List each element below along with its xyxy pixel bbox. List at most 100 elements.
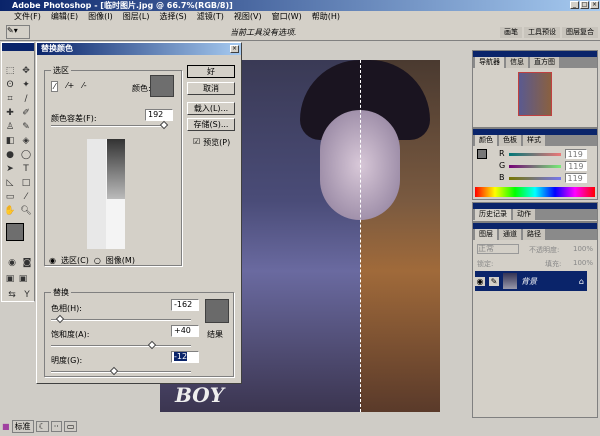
eyedropper-tool-icon[interactable]: ⁄ bbox=[20, 191, 32, 203]
sample-color-swatch[interactable] bbox=[150, 75, 174, 97]
bucket-tool-icon[interactable]: ◈ bbox=[20, 135, 32, 147]
moon-icon[interactable]: ☾ bbox=[35, 421, 49, 432]
type-tool-icon[interactable]: T bbox=[20, 163, 32, 175]
fill-field[interactable]: 100% bbox=[573, 259, 593, 267]
ok-button[interactable]: 好 bbox=[187, 65, 235, 78]
eyedropper-minus-icon[interactable]: ⁄- bbox=[82, 81, 86, 92]
tab-layers[interactable]: 图层 bbox=[475, 229, 497, 240]
tab-navigator[interactable]: 导航器 bbox=[475, 57, 504, 68]
save-button[interactable]: 存储(S)... bbox=[187, 118, 235, 131]
lightness-value: -12 bbox=[174, 352, 188, 361]
slice-tool-icon[interactable]: ∕ bbox=[20, 93, 32, 105]
foreground-color-swatch[interactable] bbox=[6, 223, 24, 241]
notes-tool-icon[interactable]: ▭ bbox=[4, 191, 16, 203]
channel-b-field[interactable]: 119 bbox=[564, 173, 587, 183]
preview-checkbox[interactable]: ☑ bbox=[193, 137, 200, 148]
crop-tool-icon[interactable]: ⌗ bbox=[4, 93, 16, 105]
lock-icon: ⌂ bbox=[578, 276, 584, 286]
magic-wand-icon[interactable]: ✦ bbox=[20, 79, 32, 91]
tab-actions[interactable]: 动作 bbox=[513, 209, 535, 220]
window-icon[interactable]: ▭ bbox=[63, 421, 78, 432]
tab-info[interactable]: 信息 bbox=[506, 57, 528, 68]
menu-view[interactable]: 视图(V) bbox=[234, 11, 262, 23]
menu-window[interactable]: 窗口(W) bbox=[272, 11, 302, 23]
tolerance-slider[interactable] bbox=[51, 120, 169, 130]
eye-icon[interactable]: ◉ bbox=[475, 276, 485, 286]
title-bar: Adobe Photoshop - [临时图片.jpg @ 66.7%(RGB/… bbox=[0, 0, 600, 11]
standard-mode-icon[interactable]: ◉ bbox=[6, 257, 18, 269]
tab-styles[interactable]: 样式 bbox=[523, 135, 545, 146]
tab-color[interactable]: 颜色 bbox=[475, 135, 497, 146]
result-color-swatch[interactable] bbox=[205, 299, 229, 323]
radio-image[interactable]: ○ bbox=[94, 256, 101, 265]
marquee-tool-icon[interactable]: ⬚ bbox=[4, 65, 16, 77]
brush-link-icon: ✎ bbox=[489, 276, 499, 286]
screen-mode-standard-icon[interactable]: ▣ bbox=[4, 273, 16, 285]
radio-image-label: 图像(M) bbox=[105, 256, 135, 265]
tab-channels[interactable]: 通道 bbox=[499, 229, 521, 240]
menu-layer[interactable]: 图层(L) bbox=[123, 11, 150, 23]
channel-b-slider[interactable] bbox=[508, 176, 561, 180]
quickmask-mode-icon[interactable]: ◙ bbox=[21, 257, 33, 269]
dialog-close-button[interactable]: × bbox=[230, 45, 239, 53]
lasso-tool-icon[interactable]: ʘ bbox=[4, 79, 16, 91]
tab-layer-comps[interactable]: 图层复合 bbox=[562, 27, 598, 38]
pen-tool-icon[interactable]: ◺ bbox=[4, 177, 16, 189]
opacity-field[interactable]: 100% bbox=[573, 245, 593, 253]
channel-r-field[interactable]: 119 bbox=[564, 149, 587, 159]
saturation-field[interactable]: +40 bbox=[171, 325, 199, 337]
eraser-tool-icon[interactable]: ◧ bbox=[4, 135, 16, 147]
load-button[interactable]: 载入(L)... bbox=[187, 102, 235, 115]
lightness-field[interactable]: -12 bbox=[171, 351, 199, 363]
shape-tool-icon[interactable]: □ bbox=[20, 177, 32, 189]
dots-icon[interactable]: ·· bbox=[50, 421, 62, 432]
brush-tool-icon[interactable]: ✐ bbox=[20, 107, 32, 119]
eyedropper-icon[interactable]: ⁄ bbox=[51, 81, 59, 92]
lightness-slider[interactable] bbox=[51, 366, 191, 376]
color-fg-swatch[interactable] bbox=[477, 149, 487, 159]
history-brush-icon[interactable]: ✎ bbox=[20, 121, 32, 133]
tab-brushes[interactable]: 画笔 bbox=[500, 27, 522, 38]
navigator-thumbnail[interactable] bbox=[518, 72, 552, 116]
menu-help[interactable]: 帮助(H) bbox=[312, 11, 340, 23]
menu-filter[interactable]: 滤镜(T) bbox=[197, 11, 224, 23]
hue-slider[interactable] bbox=[51, 314, 191, 324]
tolerance-field[interactable]: 192 bbox=[145, 109, 173, 121]
color-ramp[interactable] bbox=[475, 187, 595, 197]
blur-tool-icon[interactable]: ● bbox=[4, 149, 16, 161]
healing-brush-icon[interactable]: ✚ bbox=[4, 107, 16, 119]
eyedropper-plus-icon[interactable]: ⁄+ bbox=[66, 81, 74, 92]
tab-tool-presets[interactable]: 工具预设 bbox=[524, 27, 560, 38]
maximize-button[interactable]: □ bbox=[580, 1, 589, 9]
tab-history[interactable]: 历史记录 bbox=[475, 209, 511, 220]
minimize-button[interactable]: _ bbox=[570, 1, 579, 9]
selection-preview bbox=[87, 139, 125, 249]
imageready-icon[interactable]: ⇆ bbox=[6, 289, 18, 301]
channel-g-field[interactable]: 119 bbox=[565, 161, 588, 171]
screen-mode-full-menu-icon[interactable]: ▣ bbox=[17, 273, 29, 285]
stamp-tool-icon[interactable]: ♙ bbox=[4, 121, 16, 133]
blend-mode-select[interactable]: 正常 bbox=[477, 244, 519, 254]
hue-field[interactable]: -162 bbox=[171, 299, 199, 311]
menu-edit[interactable]: 编辑(E) bbox=[51, 11, 78, 23]
move-tool-icon[interactable]: ✥ bbox=[20, 65, 32, 77]
layer-row[interactable]: ◉ ✎ 背景 ⌂ bbox=[475, 271, 587, 291]
radio-selection[interactable]: ◉ bbox=[49, 256, 56, 265]
dodge-tool-icon[interactable]: ◯ bbox=[20, 149, 32, 161]
tab-histogram[interactable]: 直方图 bbox=[530, 57, 559, 68]
tab-paths[interactable]: 路径 bbox=[523, 229, 545, 240]
cancel-button[interactable]: 取消 bbox=[187, 82, 235, 95]
channel-g-slider[interactable] bbox=[509, 164, 562, 168]
channel-r-slider[interactable] bbox=[508, 152, 561, 156]
hand-tool-icon[interactable]: ✋ bbox=[4, 205, 16, 217]
menu-image[interactable]: 图像(I) bbox=[88, 11, 113, 23]
menu-select[interactable]: 选择(S) bbox=[159, 11, 186, 23]
menu-file[interactable]: 文件(F) bbox=[14, 11, 41, 23]
tab-swatches[interactable]: 色板 bbox=[499, 135, 521, 146]
jump-icon[interactable]: Y bbox=[21, 289, 33, 301]
saturation-slider[interactable] bbox=[51, 340, 191, 350]
close-button[interactable]: × bbox=[590, 1, 599, 9]
path-select-icon[interactable]: ➤ bbox=[4, 163, 16, 175]
zoom-tool-icon[interactable]: 🔍︎ bbox=[20, 205, 32, 217]
tool-preset-picker[interactable]: ✎▾ bbox=[6, 25, 30, 39]
